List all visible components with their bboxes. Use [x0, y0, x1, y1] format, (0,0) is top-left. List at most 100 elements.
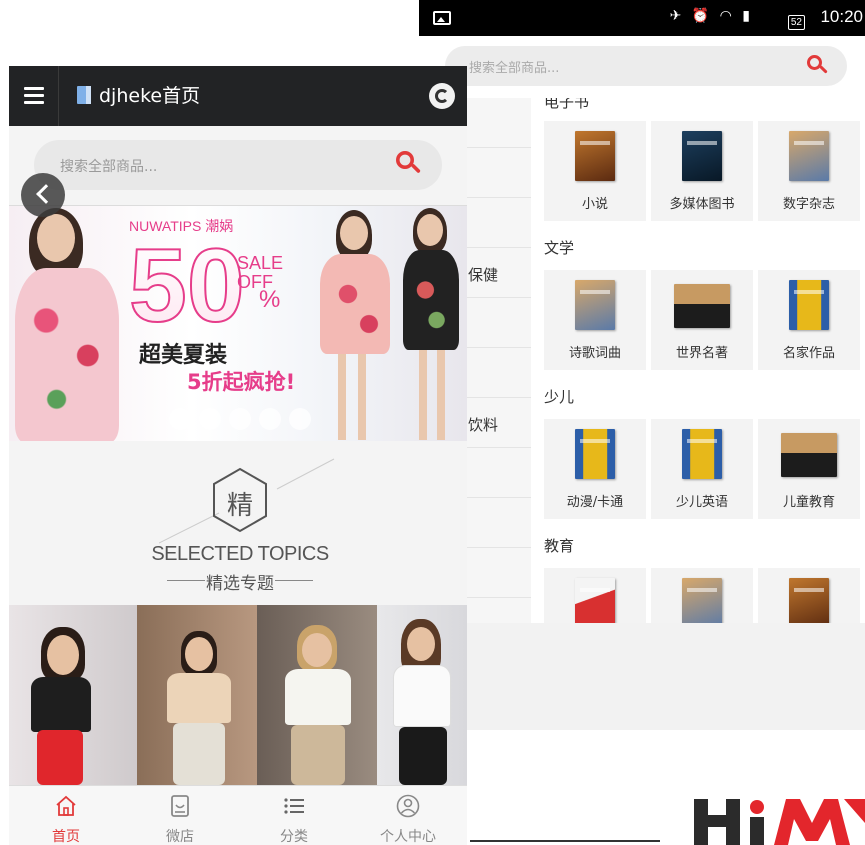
refresh-icon[interactable] [429, 83, 455, 109]
tile-label: 小说 [581, 197, 608, 212]
topic-photo[interactable] [9, 605, 137, 785]
model-figure [9, 206, 129, 441]
banner-headline: 超美夏装 [139, 343, 228, 368]
carousel-indicator [169, 408, 319, 432]
book-cover-icon [575, 578, 615, 623]
topic-photo[interactable] [257, 605, 377, 785]
category-search-bar: 搜索全部商品... [419, 36, 865, 98]
category-tile[interactable]: 名家作品 [758, 270, 860, 370]
menu-button[interactable] [9, 66, 59, 126]
category-tile[interactable]: 小说 [544, 121, 646, 221]
search-icon[interactable] [807, 55, 828, 75]
topic-photo[interactable] [377, 605, 467, 785]
carousel-dot[interactable] [229, 408, 251, 430]
user-icon [396, 794, 420, 818]
page-title: djheke首页 [99, 85, 201, 107]
book-cover-icon [789, 578, 829, 623]
tab-label: 首页 [52, 829, 80, 845]
sidebar-item-label: 保健 [468, 266, 499, 284]
home-search-bar: 搜索全部商品... [9, 126, 467, 206]
search-icon[interactable] [396, 151, 421, 175]
tile-label: 数字杂志 [782, 197, 835, 212]
home-search-input[interactable]: 搜索全部商品... [34, 140, 442, 190]
status-icons: ✈ ⏰ ◠ ▮ [669, 8, 753, 24]
blank-area [419, 623, 865, 730]
book-cover-icon [789, 131, 829, 181]
topic-photo[interactable] [137, 605, 257, 785]
category-screen: ✈ ⏰ ◠ ▮ 52 10:20 搜索全部商品... 保健 饮料 电子书 小说 … [419, 0, 865, 730]
tab-category[interactable]: 分类 [237, 786, 351, 845]
status-bar: ✈ ⏰ ◠ ▮ 52 10:20 [419, 0, 865, 36]
bottom-tab-bar: 首页 微店 分类 个人中心 [9, 785, 467, 845]
tab-shop[interactable]: 微店 [123, 786, 237, 845]
gallery-notification-icon [433, 11, 451, 25]
status-time: 10:20 [820, 7, 863, 26]
book-box-icon [781, 429, 837, 479]
sidebar-item-label: 饮料 [468, 416, 499, 434]
divider-line [275, 580, 313, 581]
promo-banner[interactable]: NUWATIPS 潮娲 50 SALE OFF % 超美夏装 5折起疯抢! [9, 206, 467, 441]
category-tile[interactable]: 少儿英语 [651, 419, 753, 519]
selected-topics-section: 精 SELECTED TOPICS 精选专题 [9, 441, 467, 605]
book-cover-icon [789, 280, 829, 330]
carousel-dot[interactable] [289, 408, 311, 430]
tab-home[interactable]: 首页 [9, 786, 123, 845]
topic-photo-strip[interactable] [9, 605, 467, 785]
hexagon-char: 精 [226, 491, 253, 521]
tile-label: 多媒体图书 [669, 197, 735, 212]
tab-label: 微店 [166, 829, 194, 845]
category-tile[interactable]: 数字杂志 [758, 121, 860, 221]
search-placeholder: 搜索全部商品... [469, 61, 560, 76]
category-content: 电子书 小说 多媒体图书 数字杂志 文学 诗歌词曲 世界名著 名家作品 少儿 动… [531, 98, 865, 623]
tile-label: 少儿英语 [675, 495, 728, 510]
banner-subline: 5折起疯抢! [187, 370, 296, 394]
topics-title-zh: 精选专题 [206, 574, 274, 594]
shop-icon [171, 795, 189, 817]
model-figure [314, 206, 394, 441]
percent-sign: % [259, 286, 281, 313]
category-tile[interactable]: 儿童教育 [758, 419, 860, 519]
home-screen: djheke首页 搜索全部商品... NUWATIPS 潮娲 50 SALE OF… [9, 66, 467, 845]
category-tile[interactable] [544, 568, 646, 623]
category-tile[interactable]: 诗歌词曲 [544, 270, 646, 370]
book-cover-icon [575, 429, 615, 479]
book-cover-icon [575, 280, 615, 330]
list-icon [284, 798, 304, 814]
model-figure [391, 206, 467, 441]
menu-icon [24, 87, 44, 90]
book-box-icon [674, 280, 730, 330]
carousel-dot[interactable] [199, 408, 221, 430]
tile-label: 动漫/卡通 [566, 495, 624, 510]
section-title-education: 教育 [544, 537, 575, 555]
search-placeholder: 搜索全部商品... [60, 159, 158, 175]
page-icon [77, 86, 91, 104]
section-title-literature: 文学 [544, 239, 575, 257]
tab-profile[interactable]: 个人中心 [351, 786, 465, 845]
section-title-ebook: 电子书 [544, 98, 590, 111]
tile-label: 名家作品 [782, 346, 835, 361]
book-cover-icon [682, 429, 722, 479]
tile-label: 诗歌词曲 [568, 346, 621, 361]
category-tile[interactable]: 动漫/卡通 [544, 419, 646, 519]
category-tile[interactable] [651, 568, 753, 623]
category-tile[interactable]: 多媒体图书 [651, 121, 753, 221]
carousel-prev-button[interactable] [21, 173, 65, 217]
book-cover-icon [682, 131, 722, 181]
book-cover-icon [682, 578, 722, 623]
topics-title-en: SELECTED TOPICS [151, 543, 329, 565]
tab-label: 个人中心 [380, 829, 436, 845]
tab-label: 分类 [280, 829, 308, 845]
app-header: djheke首页 [9, 66, 467, 126]
category-tile[interactable] [758, 568, 860, 623]
category-tile[interactable]: 世界名著 [651, 270, 753, 370]
tile-label: 世界名著 [675, 346, 728, 361]
him-logo [694, 799, 865, 845]
category-search-input[interactable]: 搜索全部商品... [445, 46, 847, 86]
tile-label: 儿童教育 [782, 495, 835, 510]
home-icon [56, 795, 76, 816]
discount-number: 50 [128, 228, 246, 344]
carousel-dot[interactable] [169, 408, 191, 430]
carousel-dot[interactable] [259, 408, 281, 430]
book-cover-icon [575, 131, 615, 181]
divider-line [470, 840, 660, 842]
